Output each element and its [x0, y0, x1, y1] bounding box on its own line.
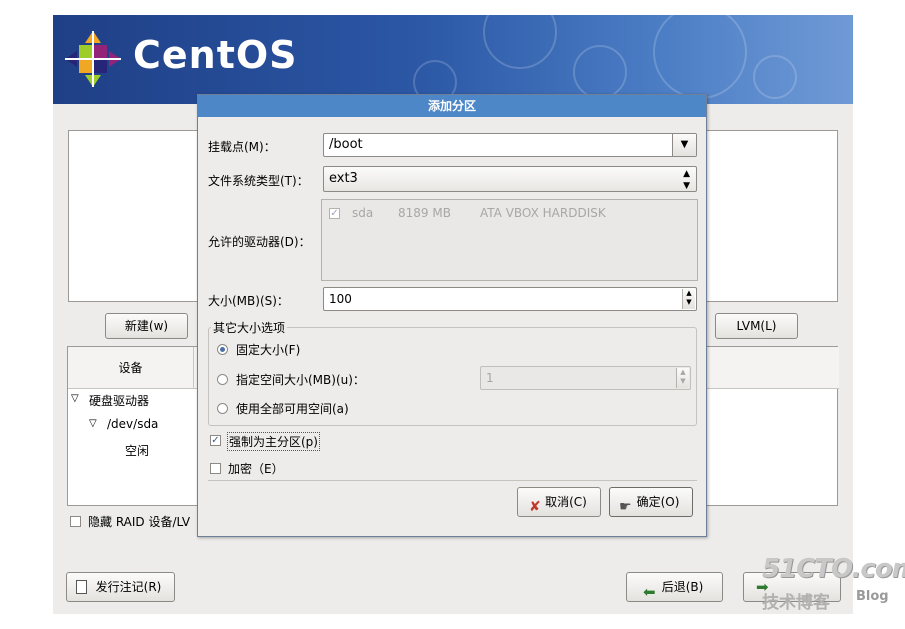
fill-to-size-radio[interactable]	[217, 374, 228, 385]
watermark-blog: Blog	[856, 589, 889, 604]
drive-model: ATA VBOX HARDDISK	[480, 206, 606, 220]
separator	[208, 480, 697, 481]
encrypt-checkbox[interactable]	[210, 463, 221, 474]
mount-point-label: 挂载点(M)：	[208, 140, 276, 154]
encrypt-label: 加密（E）	[228, 462, 284, 476]
size-value: 100	[329, 292, 352, 306]
fixed-size-radio[interactable]	[217, 344, 228, 355]
release-notes-label: 发行注记(R)	[95, 580, 162, 594]
size-label: 大小(MB)(S)：	[208, 294, 289, 308]
release-notes-button[interactable]: 发行注记(R)	[66, 572, 175, 602]
ok-label: 确定(O)	[636, 495, 680, 509]
tree-item-free[interactable]: 空闲	[125, 442, 149, 459]
mount-point-combo[interactable]: /boot ▼	[323, 133, 697, 157]
hide-raid-label: 隐藏 RAID 设备/LV	[88, 515, 191, 529]
force-primary-label: 强制为主分区(p)	[227, 432, 320, 451]
dropdown-arrow-icon[interactable]: ▼	[672, 134, 696, 156]
expand-arrow-icon[interactable]: ▽	[71, 393, 79, 404]
fs-type-label: 文件系统类型(T)：	[208, 174, 309, 188]
fill-to-size-spinbox[interactable]: 1 ▲ ▼	[480, 366, 691, 390]
other-size-options-legend: 其它大小选项	[211, 319, 288, 336]
fill-to-size-value: 1	[486, 371, 494, 385]
updown-arrows-icon: ▲ ▼	[683, 169, 690, 191]
device-column-header[interactable]: 设备	[68, 347, 194, 389]
mount-point-value: /boot	[329, 137, 363, 152]
dialog-title: 添加分区	[198, 95, 706, 117]
drives-list[interactable]: ✓ sda 8189 MB ATA VBOX HARDDISK	[321, 199, 698, 281]
cancel-button[interactable]: ✘ 取消(C)	[517, 487, 601, 517]
fs-type-select[interactable]: ext3 ▲ ▼	[323, 166, 697, 192]
hide-raid-checkbox[interactable]	[70, 516, 81, 527]
spin-arrows-icon[interactable]: ▲ ▼	[676, 368, 689, 388]
fill-all-radio[interactable]	[217, 403, 228, 414]
thumbs-up-icon: ☛	[619, 499, 632, 515]
expand-arrow-icon[interactable]: ▽	[89, 418, 97, 429]
size-spinbox[interactable]: 100 ▲ ▼	[323, 287, 697, 311]
drive-checkbox[interactable]: ✓	[329, 208, 340, 219]
add-partition-dialog: 添加分区 挂载点(M)： /boot ▼ 文件系统类型(T)： ext3 ▲ ▼ …	[197, 94, 707, 537]
force-primary-checkbox[interactable]: ✓	[210, 435, 221, 446]
drive-name: sda	[352, 206, 374, 220]
centos-banner: CentOS	[53, 15, 853, 104]
cancel-label: 取消(C)	[545, 495, 587, 509]
fs-type-value: ext3	[329, 171, 358, 186]
cancel-x-icon: ✘	[529, 499, 541, 515]
tree-item-hard-drives[interactable]: 硬盘驱动器	[89, 392, 149, 409]
centos-logo-icon	[65, 31, 121, 87]
spin-arrows-icon[interactable]: ▲ ▼	[682, 289, 695, 309]
back-label: 后退(B)	[661, 580, 704, 594]
document-icon	[76, 580, 87, 594]
ok-button[interactable]: ☛ 确定(O)	[609, 487, 693, 517]
back-button[interactable]: ⬅ 后退(B)	[626, 572, 723, 602]
drive-size: 8189 MB	[398, 206, 451, 220]
drives-label: 允许的驱动器(D)：	[208, 235, 311, 249]
logo-text: CentOS	[133, 33, 298, 77]
watermark-site: 51CTO.com	[762, 554, 905, 584]
new-button[interactable]: 新建(w)	[105, 313, 188, 339]
tree-item-dev-sda[interactable]: /dev/sda	[107, 417, 158, 431]
fixed-size-label: 固定大小(F)	[236, 343, 301, 357]
lvm-button[interactable]: LVM(L)	[715, 313, 798, 339]
fill-all-label: 使用全部可用空间(a)	[236, 402, 349, 416]
watermark-sub: 技术博客	[762, 593, 830, 613]
back-arrow-icon: ⬅	[643, 583, 656, 601]
fill-to-size-label: 指定空间大小(MB)(u)：	[236, 373, 365, 387]
